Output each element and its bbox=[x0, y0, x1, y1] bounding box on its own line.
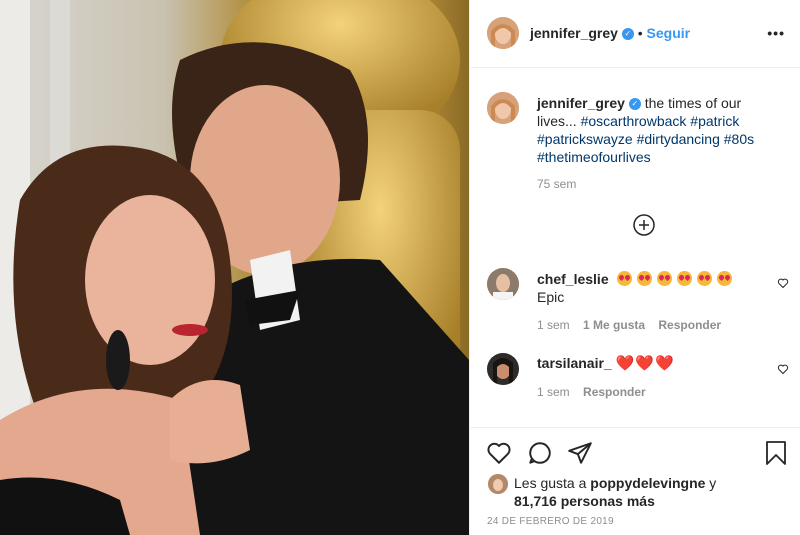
comment-icon[interactable] bbox=[527, 440, 553, 466]
red-hearts-emoji: ❤️❤️❤️ bbox=[615, 355, 675, 372]
comment-meta: 1 sem Responder bbox=[537, 385, 646, 399]
heart-eyes-emoji bbox=[636, 271, 652, 286]
reply-button[interactable]: Responder bbox=[583, 385, 646, 399]
post-date[interactable]: 24 DE FEBRERO DE 2019 bbox=[487, 516, 614, 527]
heart-eyes-emoji bbox=[696, 271, 712, 286]
heart-eyes-emoji bbox=[716, 271, 732, 286]
hashtag-link[interactable]: #80s bbox=[724, 131, 754, 147]
author-avatar[interactable] bbox=[487, 17, 519, 49]
likes-prefix: Les gusta a bbox=[514, 475, 587, 491]
heart-icon[interactable] bbox=[486, 440, 512, 466]
heart-icon[interactable] bbox=[777, 277, 789, 289]
hashtag-link[interactable]: #oscarthrowback bbox=[581, 113, 687, 129]
share-icon[interactable] bbox=[567, 440, 593, 466]
verified-icon: ✓ bbox=[621, 28, 634, 41]
caption-username[interactable]: jennifer_grey bbox=[537, 95, 625, 111]
heart-eyes-emoji-row bbox=[616, 271, 737, 287]
liker-username[interactable]: poppydelevingne bbox=[590, 475, 705, 491]
caption-block: jennifer_grey ✓ the times of our lives..… bbox=[537, 94, 782, 166]
comment-avatar[interactable] bbox=[487, 268, 519, 300]
comment-username[interactable]: tarsilanair_ bbox=[537, 355, 612, 371]
likes-suffix[interactable]: personas más bbox=[561, 493, 655, 509]
comment-meta: 1 sem 1 Me gusta Responder bbox=[537, 318, 721, 332]
plus-circle-icon bbox=[633, 214, 655, 236]
hashtag-link[interactable]: #patrick bbox=[690, 113, 739, 129]
verified-icon: ✓ bbox=[628, 98, 641, 111]
caption-avatar[interactable] bbox=[487, 92, 519, 124]
heart-eyes-emoji bbox=[616, 271, 632, 286]
hashtag-link[interactable]: #thetimeofourlives bbox=[537, 149, 651, 165]
likes-count[interactable]: 81,716 bbox=[514, 493, 557, 509]
separator-dot: • bbox=[637, 25, 647, 41]
photo-illustration bbox=[0, 0, 469, 535]
liker-avatar[interactable] bbox=[488, 474, 508, 494]
comment-text: Epic bbox=[537, 289, 565, 305]
more-icon[interactable]: ••• bbox=[767, 25, 785, 41]
comment-username[interactable]: chef_leslie bbox=[537, 271, 609, 287]
follow-button[interactable]: Seguir bbox=[647, 25, 691, 41]
bookmark-icon[interactable] bbox=[764, 440, 788, 466]
comment-item: tarsilanair_ ❤️❤️❤️ bbox=[537, 354, 767, 373]
comment-age[interactable]: 1 sem bbox=[537, 385, 570, 399]
heart-icon[interactable] bbox=[777, 363, 789, 375]
likes-conj: y bbox=[709, 475, 717, 491]
post-sidebar: jennifer_grey ✓ • Seguir ••• jennifer_gr… bbox=[469, 0, 800, 535]
heart-eyes-emoji bbox=[676, 271, 692, 286]
comment-likes[interactable]: 1 Me gusta bbox=[583, 318, 645, 332]
actions-section: Les gusta a poppydelevingne y 81,716 per… bbox=[470, 427, 800, 535]
heart-eyes-emoji bbox=[656, 271, 672, 286]
comment-age[interactable]: 1 sem bbox=[537, 318, 570, 332]
likes-summary: Les gusta a poppydelevingne y 81,716 per… bbox=[514, 474, 784, 510]
caption-age[interactable]: 75 sem bbox=[537, 177, 576, 191]
reply-button[interactable]: Responder bbox=[658, 318, 721, 332]
comment-item: chef_leslie Epic bbox=[537, 270, 767, 306]
hashtag-link[interactable]: #patrickswayze bbox=[537, 131, 633, 147]
comment-avatar[interactable] bbox=[487, 353, 519, 385]
post-header: jennifer_grey ✓ • Seguir ••• bbox=[470, 0, 800, 68]
hashtag-link[interactable]: #dirtydancing bbox=[637, 131, 720, 147]
post-photo[interactable] bbox=[0, 0, 469, 535]
author-username[interactable]: jennifer_grey bbox=[530, 25, 618, 41]
load-more-comments-button[interactable] bbox=[633, 214, 655, 236]
